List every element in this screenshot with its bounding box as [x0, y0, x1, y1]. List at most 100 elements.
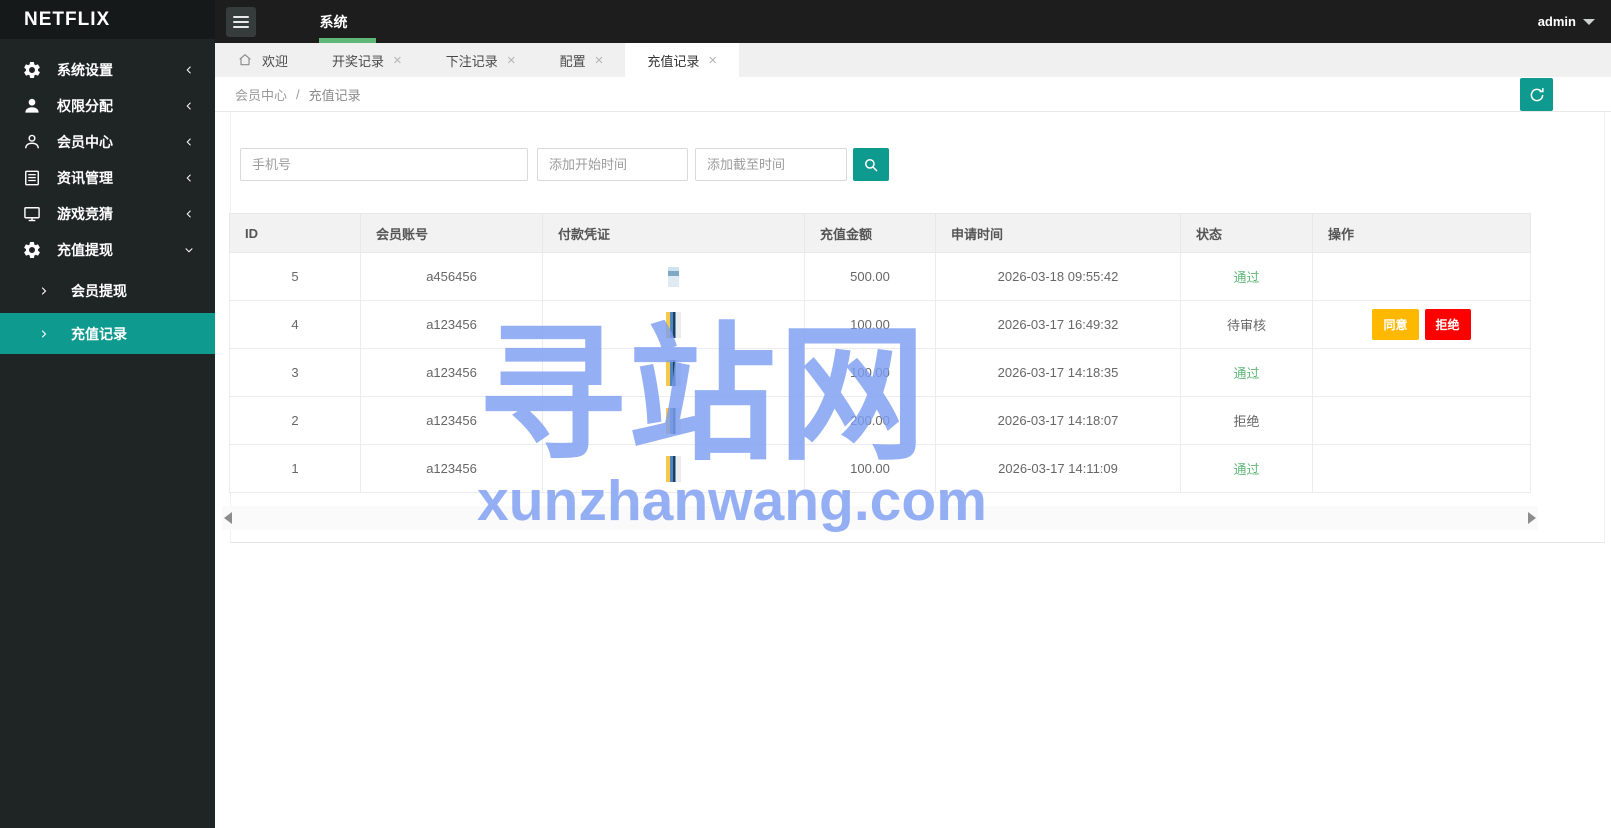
phone-input[interactable]: [240, 148, 528, 181]
cell-status: 拒绝: [1180, 396, 1313, 445]
cell-time: 2026-03-17 14:18:35: [935, 348, 1181, 397]
close-icon[interactable]: ×: [595, 53, 604, 68]
cell-time: 2026-03-17 14:11:09: [935, 444, 1181, 493]
sidebar-item-game-quiz[interactable]: 游戏竞猜: [0, 196, 215, 232]
cell-amount: 200.00: [804, 396, 936, 445]
breadcrumb-bar: 会员中心 / 充值记录: [215, 77, 1611, 112]
sidebar-item-member-center[interactable]: 会员中心: [0, 124, 215, 160]
table-header-row: ID 会员账号 付款凭证 充值金额 申请时间 状态 操作: [229, 213, 1531, 253]
tab-bet-records[interactable]: 下注记录 ×: [424, 43, 538, 77]
tab-recharge-records[interactable]: 充值记录 ×: [625, 43, 740, 77]
payment-voucher-thumbnail[interactable]: [666, 311, 681, 338]
cell-time: 2026-03-17 16:49:32: [935, 300, 1181, 349]
hamburger-menu-button[interactable]: [226, 6, 256, 37]
sidebar-item-label: 游戏竞猜: [57, 206, 113, 222]
tab-label: 配置: [559, 53, 586, 69]
cell-status: 通过: [1180, 252, 1313, 301]
table-row: 4 a123456 100.00 2026-03-17 16:49:32 待审核 同意 拒绝: [229, 300, 1531, 349]
cell-amount: 100.00: [804, 348, 936, 397]
end-time-input[interactable]: [695, 148, 847, 181]
scroll-right-icon[interactable]: [1528, 512, 1536, 524]
cell-time: 2026-03-18 09:55:42: [935, 252, 1181, 301]
breadcrumb-current: 充值记录: [308, 87, 361, 103]
horizontal-scrollbar[interactable]: [222, 506, 1538, 530]
search-filter-row: [240, 148, 889, 181]
cell-amount: 100.00: [804, 300, 936, 349]
chevron-left-icon: [186, 66, 191, 74]
cell-id: 3: [229, 348, 361, 397]
search-button[interactable]: [853, 148, 889, 181]
table-column-header: 付款凭证: [542, 213, 805, 253]
close-icon[interactable]: ×: [708, 53, 717, 68]
tab-welcome[interactable]: 欢迎: [215, 43, 310, 77]
payment-voucher-thumbnail[interactable]: [666, 455, 681, 482]
cell-amount: 500.00: [804, 252, 936, 301]
reject-button[interactable]: 拒绝: [1424, 309, 1471, 340]
payment-voucher-thumbnail[interactable]: [668, 266, 679, 287]
tab-config[interactable]: 配置 ×: [538, 43, 626, 77]
table-row: 1 a123456 100.00 2026-03-17 14:11:09 通过: [229, 444, 1531, 493]
table-column-header: 状态: [1180, 213, 1313, 253]
payment-voucher-thumbnail[interactable]: [666, 359, 681, 386]
tab-label: 欢迎: [262, 53, 289, 69]
user-dropdown[interactable]: admin: [1538, 0, 1595, 43]
gear-icon: [22, 60, 42, 80]
cell-id: 2: [229, 396, 361, 445]
sidebar-item-news-management[interactable]: 资讯管理: [0, 160, 215, 196]
sidebar-item-recharge-withdraw[interactable]: 充值提现: [0, 232, 215, 268]
cell-actions: 同意 拒绝: [1312, 300, 1531, 349]
agree-button[interactable]: 同意: [1372, 309, 1419, 340]
home-icon: [237, 52, 253, 68]
sidebar-subitem-recharge-records[interactable]: 充值记录: [0, 313, 215, 354]
refresh-button[interactable]: [1520, 78, 1553, 111]
sidebar-subitem-member-withdraw[interactable]: 会员提现: [0, 270, 215, 311]
cell-account: a123456: [360, 348, 543, 397]
scroll-left-icon[interactable]: [224, 512, 232, 524]
cell-id: 4: [229, 300, 361, 349]
chevron-right-icon: [41, 329, 47, 338]
sidebar-item-system-settings[interactable]: 系统设置: [0, 52, 215, 88]
records-table-wrap: ID 会员账号 付款凭证 充值金额 申请时间 状态 操作 5 a456456 500.00 202…: [229, 213, 1531, 493]
cell-status: 通过: [1180, 348, 1313, 397]
payment-voucher-thumbnail[interactable]: [666, 407, 681, 434]
sidebar-item-permissions[interactable]: 权限分配: [0, 88, 215, 124]
cell-account: a123456: [360, 396, 543, 445]
cell-account: a123456: [360, 444, 543, 493]
sidebar-menu: 系统设置 权限分配 会员中心 资讯管理 游戏竞猜 充值提现 会员提现 充值记录: [0, 39, 215, 354]
hamburger-icon: [233, 15, 249, 28]
chevron-left-icon: [186, 210, 191, 218]
start-time-input[interactable]: [537, 148, 688, 181]
table-column-header: 操作: [1312, 213, 1531, 253]
tab-lottery-records[interactable]: 开奖记录 ×: [310, 43, 424, 77]
cell-actions: [1312, 396, 1531, 445]
chevron-left-icon: [186, 174, 191, 182]
brand-logo: NETFLIX: [0, 0, 215, 39]
status-badge: 通过: [1233, 270, 1260, 285]
breadcrumb-parent[interactable]: 会员中心: [235, 85, 287, 104]
status-badge: 通过: [1233, 366, 1260, 381]
tab-label: 充值记录: [647, 53, 700, 69]
active-menu-underline: [319, 38, 376, 43]
sidebar-subitem-label: 充值记录: [71, 325, 127, 342]
sidebar-item-label: 系统设置: [57, 62, 113, 78]
table-row: 2 a123456 200.00 2026-03-17 14:18:07 拒绝: [229, 396, 1531, 445]
close-icon[interactable]: ×: [507, 53, 516, 68]
cell-voucher: [542, 396, 805, 445]
cell-actions: [1312, 252, 1531, 301]
status-badge: 拒绝: [1233, 414, 1260, 429]
status-badge: 通过: [1233, 462, 1260, 477]
sidebar: NETFLIX 系统设置 权限分配 会员中心 资讯管理 游戏竞猜 充值提现 会员…: [0, 0, 215, 828]
content-area: ID会员账号付款凭证充值金额申请时间状态操作 5a456456500.00202…: [215, 112, 1611, 828]
cell-status: 通过: [1180, 444, 1313, 493]
user-solid-icon: [22, 96, 42, 116]
user-outline-icon: [22, 132, 42, 152]
close-icon[interactable]: ×: [393, 53, 402, 68]
table-column-header: 会员账号: [360, 213, 543, 253]
tab-label: 下注记录: [445, 53, 498, 69]
cell-id: 1: [229, 444, 361, 493]
top-menu-label: 系统: [319, 13, 348, 30]
cell-account: a456456: [360, 252, 543, 301]
cell-voucher: [542, 300, 805, 349]
cell-voucher: [542, 252, 805, 301]
top-menu-system[interactable]: 系统: [271, 0, 396, 43]
